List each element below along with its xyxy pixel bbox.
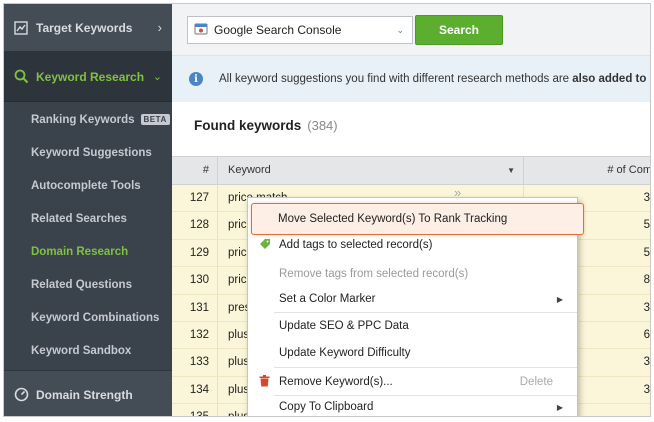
cell-num: 133 (172, 349, 218, 377)
beta-badge: BETA (140, 114, 170, 125)
menu-item-label: Update Keyword Difficulty (279, 347, 411, 359)
sidebar-item-label: Domain Research (31, 245, 129, 258)
sidebar-item-domain-strength[interactable]: Domain Strength (4, 370, 172, 416)
sidebar-item-label: Target Keywords (36, 20, 133, 35)
google-icon (194, 22, 208, 39)
info-icon: i (189, 72, 203, 86)
menu-item-color-marker[interactable]: Set a Color Marker ▶ (248, 286, 577, 312)
trash-icon (259, 375, 270, 390)
sidebar-item-label: Keyword Suggestions (31, 146, 152, 159)
sidebar-section-label: Keyword Research (36, 69, 145, 84)
sidebar-item-label: Related Questions (31, 278, 132, 291)
sidebar-item-label: Keyword Combinations (31, 311, 160, 324)
column-header-label: Keyword (228, 164, 271, 176)
sidebar-item-ranking-keywords[interactable]: Ranking Keywords BETA (4, 103, 172, 136)
sidebar-item-keyword-sandbox[interactable]: Keyword Sandbox (4, 334, 172, 367)
sidebar-submenu: Ranking Keywords BETA Keyword Suggestion… (4, 103, 172, 367)
menu-item-copy-clipboard[interactable]: Copy To Clipboard ▶ (248, 394, 577, 416)
sort-down-icon[interactable]: ▼ (507, 157, 515, 184)
menu-item-remove-keywords[interactable]: Remove Keyword(s)... Delete (248, 369, 577, 395)
chevron-down-icon: ⌄ (396, 24, 404, 35)
sidebar-item-label: Autocomplete Tools (31, 179, 141, 192)
sidebar-item-related-questions[interactable]: Related Questions (4, 268, 172, 301)
menu-item-label: Add tags to selected record(s) (279, 239, 433, 251)
source-select-value: Google Search Console (214, 23, 342, 37)
menu-item-label: Copy To Clipboard (279, 401, 374, 413)
chevron-down-icon: ⌄ (152, 71, 162, 83)
app-window: Target Keywords › Keyword Research ⌄ Ran… (3, 3, 651, 417)
found-count: (384) (307, 118, 338, 133)
sidebar-item-label: Related Searches (31, 212, 127, 225)
sidebar-item-label: Ranking Keywords (31, 113, 135, 126)
sidebar-item-domain-research[interactable]: Domain Research (4, 235, 172, 268)
menu-item-update-seo-ppc[interactable]: Update SEO & PPC Data (248, 313, 577, 339)
submenu-arrow-icon: ▶ (556, 402, 563, 412)
chevron-right-icon: › (157, 20, 162, 35)
menu-item-update-difficulty[interactable]: Update Keyword Difficulty (248, 340, 577, 366)
info-text: All keyword suggestions you find with di… (219, 73, 650, 85)
submenu-arrow-icon: ▶ (556, 294, 563, 304)
page-title: Found keywords (384) (194, 118, 338, 133)
chart-icon (10, 20, 32, 35)
menu-item-shortcut: Delete (519, 376, 553, 388)
menu-separator (274, 367, 577, 368)
cell-num: 131 (172, 294, 218, 322)
menu-item-label: Remove Keyword(s)... (279, 376, 393, 388)
table-header: # Keyword ▼ # of Com (172, 156, 650, 185)
tag-icon (259, 238, 271, 253)
cell-num: 130 (172, 267, 218, 295)
found-title: Found keywords (194, 118, 302, 133)
column-header-keyword[interactable]: Keyword ▼ (218, 157, 524, 184)
cell-num: 129 (172, 239, 218, 267)
info-text-main: All keyword suggestions you find with di… (219, 73, 573, 85)
sidebar-item-autocomplete-tools[interactable]: Autocomplete Tools (4, 169, 172, 202)
menu-item-label: Update SEO & PPC Data (279, 320, 409, 332)
info-banner: i All keyword suggestions you find with … (172, 56, 650, 102)
sidebar-section-keyword-research[interactable]: Keyword Research ⌄ (4, 52, 172, 102)
toolbar: Google Search Console ⌄ Search (172, 4, 650, 56)
sidebar-item-related-searches[interactable]: Related Searches (4, 202, 172, 235)
menu-item-move-to-rank-tracking[interactable]: Move Selected Keyword(s) To Rank Trackin… (251, 203, 584, 235)
sidebar-item-label: Keyword Sandbox (31, 344, 132, 357)
cell-num: 128 (172, 212, 218, 240)
column-header-competition[interactable]: # of Com (524, 157, 650, 184)
sidebar-item-keyword-suggestions[interactable]: Keyword Suggestions (4, 136, 172, 169)
column-header-num[interactable]: # (172, 157, 218, 184)
menu-item-label: Set a Color Marker (279, 293, 376, 305)
search-icon (10, 69, 32, 84)
cell-num: 127 (172, 185, 218, 212)
cell-num: 132 (172, 321, 218, 349)
source-select[interactable]: Google Search Console ⌄ (187, 16, 413, 44)
menu-item-remove-tags[interactable]: Remove tags from selected record(s) (248, 261, 577, 287)
sidebar: Target Keywords › Keyword Research ⌄ Ran… (4, 4, 172, 416)
search-button[interactable]: Search (415, 15, 503, 45)
menu-item-label: Move Selected Keyword(s) To Rank Trackin… (278, 213, 508, 225)
sidebar-item-label: Domain Strength (36, 387, 133, 402)
gauge-icon (10, 387, 32, 402)
sidebar-item-keyword-combinations[interactable]: Keyword Combinations (4, 301, 172, 334)
cell-num: 134 (172, 376, 218, 404)
info-text-bold: also added to Ke (572, 73, 650, 85)
sidebar-item-target-keywords[interactable]: Target Keywords › (4, 4, 172, 52)
menu-item-label: Remove tags from selected record(s) (279, 268, 469, 280)
menu-item-add-tags[interactable]: Add tags to selected record(s) (248, 232, 577, 258)
cell-num: 135 (172, 404, 218, 416)
